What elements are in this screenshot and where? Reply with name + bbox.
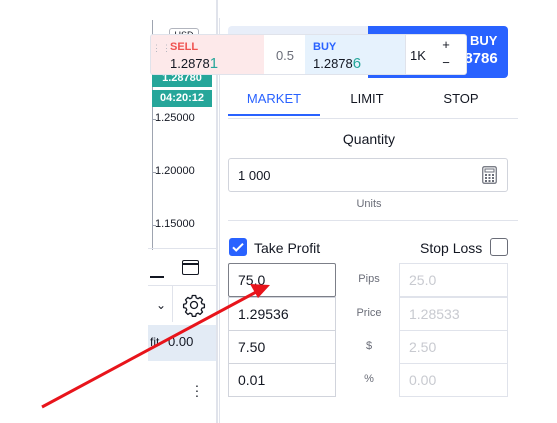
buy-price: 1.28786 <box>313 55 362 72</box>
sell-label: SELL <box>170 41 199 53</box>
maximize-icon[interactable] <box>182 260 199 275</box>
divider <box>228 220 518 221</box>
take-profit-money-input[interactable]: 7.50 <box>228 330 336 364</box>
axis-tick-label: 1.20000 <box>152 165 215 177</box>
buy-button-label: BUY <box>470 33 498 48</box>
gear-icon[interactable] <box>182 293 206 317</box>
stop-loss-pips-input[interactable]: 25.0 <box>399 263 508 297</box>
divider <box>148 285 216 286</box>
money-label: $ <box>365 340 373 352</box>
take-profit-price-input[interactable]: 1.29536 <box>228 297 336 331</box>
take-profit-label[interactable]: Take Profit <box>254 240 320 256</box>
increment-button[interactable]: + <box>438 37 454 55</box>
stop-loss-price-input[interactable]: 1.28533 <box>399 297 508 331</box>
checkmark-icon <box>232 242 244 252</box>
buy-label: BUY <box>313 41 337 53</box>
divider <box>228 118 518 119</box>
profit-value: 0.00 <box>168 334 194 349</box>
stop-loss-label[interactable]: Stop Loss <box>420 240 482 256</box>
percent-label: % <box>364 373 374 385</box>
tab-limit[interactable]: LIMIT <box>322 84 412 116</box>
profit-label: fit <box>150 335 160 349</box>
pips-label: Pips <box>358 273 380 285</box>
more-options-icon[interactable]: · · · <box>194 378 200 402</box>
decrement-button[interactable]: − <box>438 55 454 73</box>
take-profit-pips-input[interactable]: 75.0 <box>228 263 336 297</box>
quantity-title: Quantity <box>342 131 396 147</box>
quantity-value[interactable]: 1K <box>410 48 426 63</box>
price-label: Price <box>356 307 382 319</box>
take-profit-percent-input[interactable]: 0.01 <box>228 363 336 397</box>
units-label: Units <box>356 198 382 210</box>
stop-loss-percent-input[interactable]: 0.00 <box>399 363 508 397</box>
calculator-icon[interactable] <box>482 166 497 184</box>
chevron-down-icon[interactable]: ⌄ <box>156 298 166 312</box>
take-profit-checkbox[interactable] <box>229 238 247 256</box>
tab-market[interactable]: MARKET <box>228 84 320 116</box>
divider <box>148 248 216 249</box>
sell-price: 1.28781 <box>170 55 219 72</box>
axis-tick-label: 1.25000 <box>152 112 215 124</box>
stop-loss-checkbox[interactable] <box>490 238 508 256</box>
minimize-icon[interactable] <box>150 276 164 278</box>
tab-stop[interactable]: STOP <box>413 84 509 116</box>
drag-handle-icon[interactable]: ⋮⋮ <box>152 44 171 53</box>
axis-tick-label: 1.15000 <box>152 218 215 230</box>
units-value[interactable]: 1 000 <box>238 168 271 183</box>
spread-value: 0.5 <box>275 48 295 63</box>
divider <box>172 286 173 322</box>
stop-loss-money-input[interactable]: 2.50 <box>399 330 508 364</box>
countdown-tag: 04:20:12 <box>152 90 212 107</box>
